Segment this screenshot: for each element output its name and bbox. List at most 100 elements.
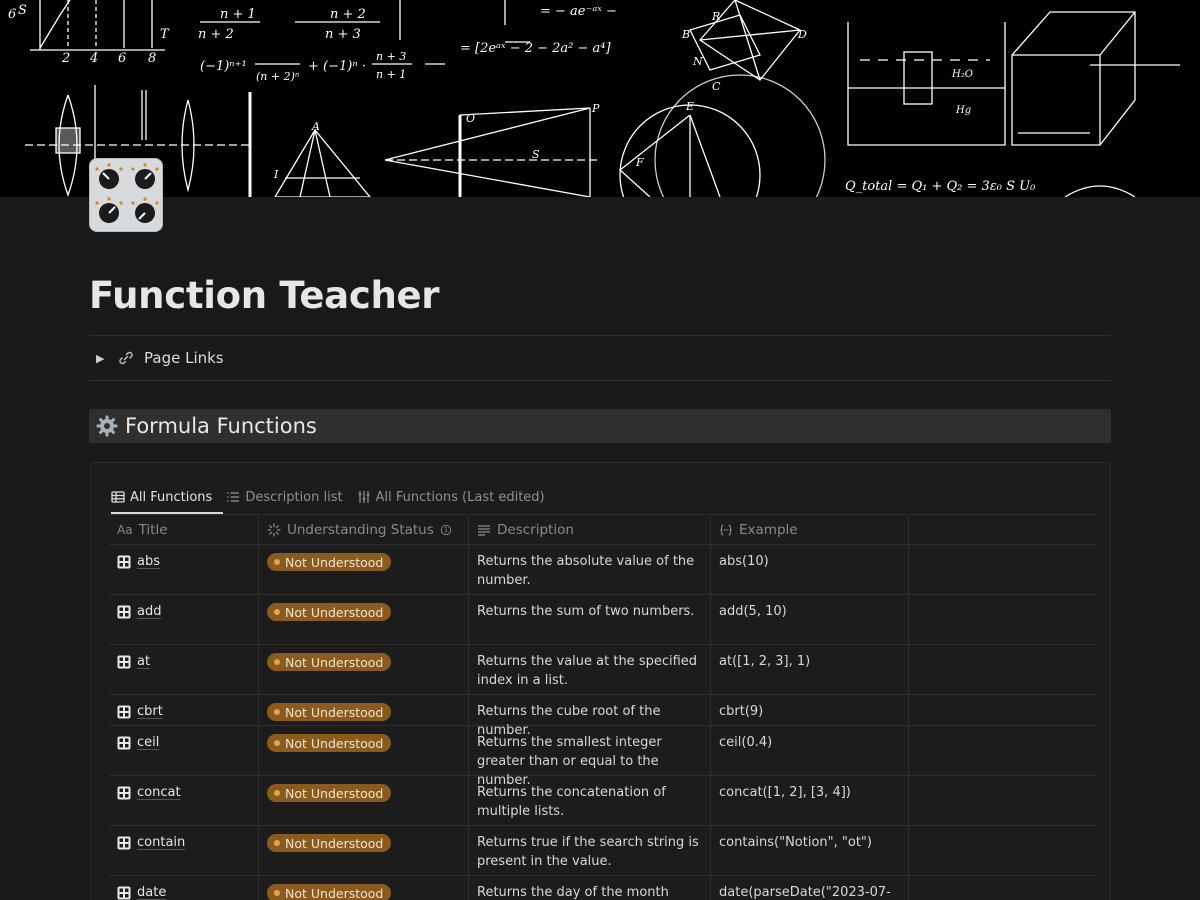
description-text: Returns true if the search string is pre… xyxy=(477,835,699,869)
svg-text:= [2eᵃˣ − 2 − 2a² − a⁴]: = [2eᵃˣ − 2 − 2a² − a⁴] xyxy=(460,41,611,56)
section-heading[interactable]: Formula Functions xyxy=(89,409,1111,443)
column-header-status[interactable]: Understanding Status xyxy=(259,515,469,544)
table-row[interactable]: at Not Understood Returns the value at t… xyxy=(109,645,1096,695)
example-text: concat([1, 2], [3, 4]) xyxy=(719,785,851,800)
status-dot xyxy=(274,740,280,746)
cell-title[interactable]: date xyxy=(109,876,259,900)
status-badge[interactable]: Not Understood xyxy=(267,603,392,621)
description-text: Returns the day of the month from the xyxy=(477,885,669,900)
toggle-triangle-icon[interactable]: ▶ xyxy=(96,352,108,365)
text-property-icon: Aa xyxy=(117,522,133,537)
status-badge[interactable]: Not Understood xyxy=(267,553,392,571)
cell-status[interactable]: Not Understood xyxy=(259,695,469,725)
function-name[interactable]: add xyxy=(137,602,161,621)
table-row[interactable]: contain Not Understood Returns true if t… xyxy=(109,826,1096,876)
cell-example[interactable]: date(parseDate("2023-07- xyxy=(711,876,909,900)
table-header: Aa Title Understanding Status Descriptio… xyxy=(109,514,1096,545)
cell-description[interactable]: Returns the smallest integer greater tha… xyxy=(469,726,711,788)
cell-title[interactable]: ceil xyxy=(109,726,259,775)
cell-example[interactable]: add(5, 10) xyxy=(711,595,909,644)
tab-all-functions-last-edited[interactable]: All Functions (Last edited) xyxy=(355,485,547,509)
cell-description[interactable]: Returns true if the search string is pre… xyxy=(469,826,711,875)
page-links-toggle[interactable]: ▶ Page Links xyxy=(96,349,224,367)
svg-text:Hg: Hg xyxy=(955,105,971,116)
cell-title[interactable]: contain xyxy=(109,826,259,875)
info-icon[interactable] xyxy=(440,524,452,536)
cell-description[interactable]: Returns the day of the month from the xyxy=(469,876,711,900)
function-name[interactable]: contain xyxy=(137,833,185,852)
cell-empty[interactable] xyxy=(909,726,1096,775)
svg-text:4: 4 xyxy=(89,51,98,66)
example-text: date(parseDate("2023-07- xyxy=(719,885,891,900)
tab-all-functions[interactable]: All Functions xyxy=(109,485,214,509)
page-grid-icon xyxy=(117,605,131,619)
cell-title[interactable]: add xyxy=(109,595,259,644)
status-badge[interactable]: Not Understood xyxy=(267,653,392,671)
cell-status[interactable]: Not Understood xyxy=(259,876,469,900)
cell-empty[interactable] xyxy=(909,826,1096,875)
divider-bottom xyxy=(89,380,1111,381)
cell-example[interactable]: contains("Notion", "ot") xyxy=(711,826,909,875)
function-name[interactable]: concat xyxy=(137,783,181,802)
cell-description[interactable]: Returns the cube root of the number. xyxy=(469,695,711,738)
svg-text:S: S xyxy=(18,3,27,18)
table-row[interactable]: date Not Understood Returns the day of t… xyxy=(109,876,1096,900)
status-dot xyxy=(274,659,280,665)
cell-example[interactable]: cbrt(9) xyxy=(711,695,909,725)
cell-description[interactable]: Returns the absolute value of the number… xyxy=(469,545,711,594)
cell-status[interactable]: Not Understood xyxy=(259,776,469,825)
function-name[interactable]: cbrt xyxy=(137,702,163,721)
cell-status[interactable]: Not Understood xyxy=(259,545,469,594)
cell-status[interactable]: Not Understood xyxy=(259,595,469,644)
cell-title[interactable]: concat xyxy=(109,776,259,825)
tab-description-list[interactable]: Description list xyxy=(224,485,344,509)
cell-status[interactable]: Not Understood xyxy=(259,726,469,775)
cell-description[interactable]: Returns the value at the specified index… xyxy=(469,645,711,694)
function-name[interactable]: abs xyxy=(137,552,160,571)
function-name[interactable]: ceil xyxy=(137,733,159,752)
status-badge[interactable]: Not Understood xyxy=(267,834,392,852)
cell-status[interactable]: Not Understood xyxy=(259,826,469,875)
cell-empty[interactable] xyxy=(909,876,1096,900)
example-text: abs(10) xyxy=(719,554,769,569)
column-header-empty[interactable] xyxy=(909,515,1096,544)
cell-example[interactable]: concat([1, 2], [3, 4]) xyxy=(711,776,909,825)
cell-title[interactable]: at xyxy=(109,645,259,694)
function-name[interactable]: date xyxy=(137,883,166,900)
status-dot xyxy=(274,709,280,715)
example-text: at([1, 2, 3], 1) xyxy=(719,654,811,669)
column-header-title[interactable]: Aa Title xyxy=(109,515,259,544)
status-badge[interactable]: Not Understood xyxy=(267,734,392,752)
page-cover[interactable]: 6 S 2 4 6 8 T n + 1 n + 2 n + 2 n + 3 (−… xyxy=(0,0,1200,197)
cell-empty[interactable] xyxy=(909,776,1096,825)
status-badge[interactable]: Not Understood xyxy=(267,884,392,900)
cell-example[interactable]: abs(10) xyxy=(711,545,909,594)
table-row[interactable]: add Not Understood Returns the sum of tw… xyxy=(109,595,1096,645)
cell-description[interactable]: Returns the concatenation of multiple li… xyxy=(469,776,711,825)
cell-empty[interactable] xyxy=(909,545,1096,594)
function-name[interactable]: at xyxy=(137,652,150,671)
table-row[interactable]: concat Not Understood Returns the concat… xyxy=(109,776,1096,826)
cell-title[interactable]: abs xyxy=(109,545,259,594)
status-text: Not Understood xyxy=(285,554,384,570)
table-row[interactable]: abs Not Understood Returns the absolute … xyxy=(109,545,1096,595)
cell-empty[interactable] xyxy=(909,695,1096,725)
cell-title[interactable]: cbrt xyxy=(109,695,259,725)
cell-example[interactable]: ceil(0.4) xyxy=(711,726,909,775)
cell-empty[interactable] xyxy=(909,645,1096,694)
column-header-example[interactable]: Example xyxy=(711,515,909,544)
svg-text:8: 8 xyxy=(148,51,156,66)
cell-example[interactable]: at([1, 2, 3], 1) xyxy=(711,645,909,694)
table-row[interactable]: ceil Not Understood Returns the smallest… xyxy=(109,726,1096,788)
page-icon-control-knobs[interactable] xyxy=(89,158,163,232)
page-title[interactable]: Function Teacher xyxy=(89,274,440,317)
column-header-description[interactable]: Description xyxy=(469,515,711,544)
code-braces-icon xyxy=(720,524,732,535)
cell-description[interactable]: Returns the sum of two numbers. xyxy=(469,595,711,644)
status-badge[interactable]: Not Understood xyxy=(267,703,392,721)
table-row[interactable]: cbrt Not Understood Returns the cube roo… xyxy=(109,695,1096,738)
status-badge[interactable]: Not Understood xyxy=(267,784,392,802)
cell-status[interactable]: Not Understood xyxy=(259,645,469,694)
svg-text:= − ae⁻ᵃˣ −: = − ae⁻ᵃˣ − xyxy=(540,4,617,19)
cell-empty[interactable] xyxy=(909,595,1096,644)
